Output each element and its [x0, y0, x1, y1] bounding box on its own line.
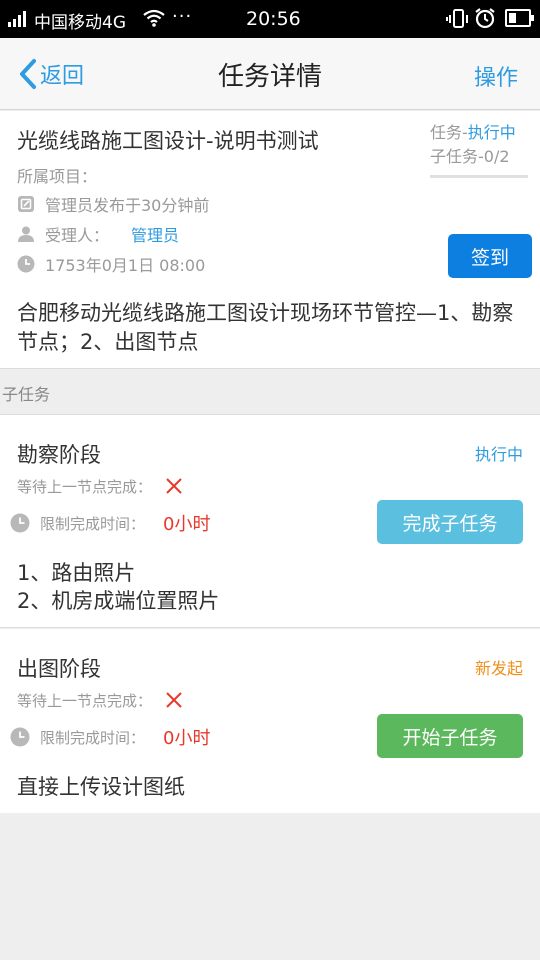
subtask-status: 执行中	[474, 445, 523, 464]
prerequisite-label: 等待上一节点完成：	[17, 477, 153, 496]
task-status-value: 执行中	[467, 123, 516, 142]
battery-icon	[505, 9, 534, 27]
clock-icon	[10, 727, 30, 747]
subtasks-section-header: 子任务	[0, 369, 540, 415]
task-name: 光缆线路施工图设计-说明书测试	[17, 129, 319, 153]
time-limit-row: 限制完成时间： 0小时	[10, 725, 210, 749]
subtask-title: 出图阶段	[17, 657, 101, 681]
wifi-icon	[143, 9, 165, 27]
status-bar: 中国移动4G ··· 20:56	[0, 0, 540, 38]
person-icon	[18, 226, 34, 242]
prerequisite-row: 等待上一节点完成：	[17, 475, 184, 497]
subtask-item: 出图阶段 新发起 等待上一节点完成： 限制完成时间： 0小时 开始子任务 直接上…	[0, 629, 540, 813]
project-label: 所属项目：	[17, 167, 98, 186]
subtask-title: 勘察阶段	[17, 443, 101, 467]
start-subtask-button[interactable]: 开始子任务	[377, 714, 523, 758]
time-limit-value: 0小时	[163, 514, 211, 535]
alarm-icon	[475, 8, 495, 29]
carrier-label: 中国移动4G	[34, 13, 126, 33]
prerequisite-row: 等待上一节点完成：	[17, 689, 184, 711]
subtask-note-line: 1、路由照片	[17, 561, 136, 585]
time-limit-value: 0小时	[163, 728, 211, 749]
task-status-prefix: 任务-	[430, 123, 468, 142]
assignee-info: 受理人： 管理员	[17, 223, 179, 245]
page-title: 任务详情	[217, 62, 322, 92]
status-time: 20:56	[246, 8, 301, 30]
subtask-note: 直接上传设计图纸	[17, 773, 185, 801]
more-notifications-icon: ···	[172, 6, 193, 27]
prerequisite-label: 等待上一节点完成：	[17, 691, 153, 710]
edit-icon	[18, 196, 34, 212]
task-card: 光缆线路施工图设计-说明书测试 所属项目： 管理员发布于30分钟前 受理人： 管…	[0, 111, 540, 369]
subtask-item: 勘察阶段 执行中 等待上一节点完成： 限制完成时间： 0小时 完成子任务 1、路…	[0, 415, 540, 628]
subtask-note-line: 2、机房成端位置照片	[17, 589, 220, 613]
clock-icon	[10, 513, 30, 533]
close-icon	[166, 478, 182, 494]
task-status-block: 任务-执行中 子任务-0/2	[430, 121, 528, 178]
task-description: 合肥移动光缆线路施工图设计现场环节管控—1、勘察节点；2、出图节点	[17, 301, 514, 354]
close-icon	[166, 692, 182, 708]
subtask-progress-bar	[430, 175, 528, 178]
subtask-note-line: 直接上传设计图纸	[17, 775, 185, 799]
vibrate-icon	[446, 9, 468, 28]
subtasks-header-label: 子任务	[2, 385, 51, 404]
subtask-status: 新发起	[474, 659, 523, 678]
publish-text: 管理员发布于30分钟前	[45, 196, 210, 215]
sign-in-button[interactable]: 签到	[448, 234, 532, 278]
clock-icon	[17, 255, 35, 273]
task-date: 1753年0月1日 08:00	[45, 256, 206, 275]
signal-icon	[8, 11, 28, 27]
task-status: 任务-执行中	[430, 121, 528, 145]
assignee-name[interactable]: 管理员	[131, 222, 179, 246]
assignee-label: 受理人：	[45, 226, 110, 245]
complete-subtask-button[interactable]: 完成子任务	[377, 500, 523, 544]
time-limit-label: 限制完成时间：	[40, 728, 146, 747]
subtask-count: 子任务-0/2	[430, 147, 510, 166]
time-limit-row: 限制完成时间： 0小时	[10, 511, 210, 535]
operations-button[interactable]: 操作	[474, 60, 518, 92]
date-info: 1753年0月1日 08:00	[17, 253, 205, 275]
subtask-note: 1、路由照片 2、机房成端位置照片	[17, 559, 219, 615]
time-limit-label: 限制完成时间：	[40, 514, 146, 533]
publish-info: 管理员发布于30分钟前	[17, 193, 209, 215]
nav-bar: 返回 任务详情 操作	[0, 38, 540, 110]
